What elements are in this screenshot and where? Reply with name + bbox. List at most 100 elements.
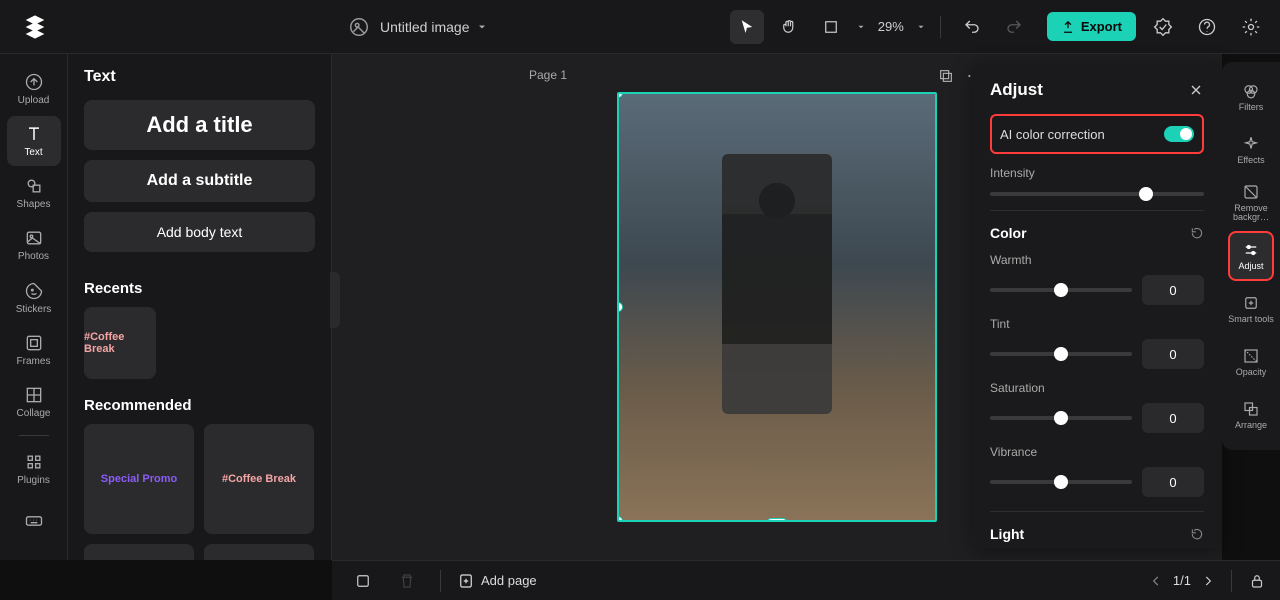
rail-collage[interactable]: Collage [7,377,61,427]
add-subtitle-button[interactable]: Add a subtitle [84,160,315,202]
trash-icon [398,572,416,590]
recommended-thumb[interactable]: #Coffee Break [204,424,314,534]
delete-button[interactable] [390,564,424,598]
settings-button[interactable] [1234,10,1268,44]
panel-title: Text [84,68,315,86]
rail-label: Upload [18,95,50,106]
page-label: Page 1 [529,68,567,82]
chevron-down-icon[interactable] [856,22,866,32]
rr-remove-bg[interactable]: Remove backgr… [1228,178,1274,227]
adjust-panel: Adjust AI color correction Intensity Col… [972,62,1222,548]
document-title-text: Untitled image [380,19,470,35]
add-body-button[interactable]: Add body text [84,212,315,252]
tint-slider[interactable] [990,352,1132,356]
page-counter: 1/1 [1173,573,1191,588]
hand-tool[interactable] [772,10,806,44]
recents-label: Recents [84,280,315,297]
rail-shapes[interactable]: Shapes [7,168,61,218]
divider [990,210,1204,211]
vibrance-slider[interactable] [990,480,1132,484]
layers-button[interactable] [346,564,380,598]
rail-upload[interactable]: Upload [7,64,61,114]
lock-icon[interactable] [1248,572,1266,590]
intensity-slider[interactable] [990,192,1204,196]
rail-photos[interactable]: Photos [7,220,61,270]
next-page-icon[interactable] [1201,574,1215,588]
verified-icon[interactable] [1146,10,1180,44]
chevron-down-icon[interactable] [916,22,926,32]
add-page-button[interactable]: Add page [457,572,537,590]
export-label: Export [1081,19,1122,34]
saturation-value[interactable] [1142,403,1204,433]
reset-light-button[interactable] [1190,527,1204,541]
rr-filters[interactable]: Filters [1228,72,1274,121]
rr-smart-tools[interactable]: Smart tools [1228,285,1274,334]
export-button[interactable]: Export [1047,12,1136,41]
tint-label: Tint [990,317,1010,331]
rail-stickers[interactable]: Stickers [7,273,61,323]
divider [1231,570,1232,592]
collapse-panel-tab[interactable] [330,272,340,328]
app-logo[interactable] [12,0,58,54]
effects-icon [1242,135,1260,153]
filters-icon [1242,82,1260,100]
saturation-slider[interactable] [990,416,1132,420]
rr-adjust[interactable]: Adjust [1228,231,1274,280]
document-title[interactable]: Untitled image [380,19,488,35]
rail-plugins[interactable]: Plugins [7,444,61,494]
recommended-thumb[interactable]: Healthy Food [84,544,194,560]
color-section-label: Color [990,225,1027,241]
rr-effects[interactable]: Effects [1228,125,1274,174]
prev-page-icon[interactable] [1149,574,1163,588]
recommended-thumb[interactable]: Special Promo [84,424,194,534]
rail-label: Collage [17,408,51,419]
crop-tool[interactable] [814,10,848,44]
resize-handle[interactable] [767,518,787,522]
warmth-value[interactable] [1142,275,1204,305]
vibrance-value[interactable] [1142,467,1204,497]
add-title-button[interactable]: Add a title [84,100,315,150]
recommended-thumb[interactable]: BABYTOY [204,544,314,560]
rail-frames[interactable]: Frames [7,325,61,375]
help-button[interactable] [1190,10,1224,44]
smart-tools-icon [1242,294,1260,312]
divider [440,570,441,592]
close-button[interactable] [1188,82,1204,98]
recent-thumb[interactable]: #Coffee Break [84,307,156,379]
intensity-label: Intensity [990,166,1035,180]
layers-icon [354,572,372,590]
rr-opacity[interactable]: Opacity [1228,338,1274,387]
rail-label: Plugins [17,475,50,486]
rr-label: Smart tools [1228,315,1274,324]
rail-label: Text [24,147,42,158]
adjust-title: Adjust [990,80,1043,100]
rr-label: Remove backgr… [1228,204,1274,222]
ai-label: AI color correction [1000,127,1105,142]
canvas-image[interactable] [619,94,935,520]
arrange-icon [1242,400,1260,418]
rail-more[interactable] [7,496,61,546]
redo-button[interactable] [997,10,1031,44]
recommended-label: Recommended [84,397,315,414]
add-page-icon [457,572,475,590]
zoom-level[interactable]: 29% [874,19,908,34]
chevron-down-icon [476,21,488,33]
rail-label: Shapes [17,199,51,210]
plugins-icon [24,452,44,472]
canvas-selection[interactable] [617,92,937,522]
reset-color-button[interactable] [1190,226,1204,240]
adjust-icon [1242,241,1260,259]
rr-arrange[interactable]: Arrange [1228,391,1274,440]
upload-icon [1061,20,1075,34]
duplicate-icon[interactable] [938,68,954,84]
reset-icon [1190,527,1204,541]
rr-label: Opacity [1236,368,1267,377]
rail-text[interactable]: Text [7,116,61,166]
undo-button[interactable] [955,10,989,44]
tint-value[interactable] [1142,339,1204,369]
opacity-icon [1242,347,1260,365]
rr-label: Adjust [1238,262,1263,271]
ai-toggle[interactable] [1164,126,1194,142]
cursor-tool[interactable] [730,10,764,44]
warmth-slider[interactable] [990,288,1132,292]
